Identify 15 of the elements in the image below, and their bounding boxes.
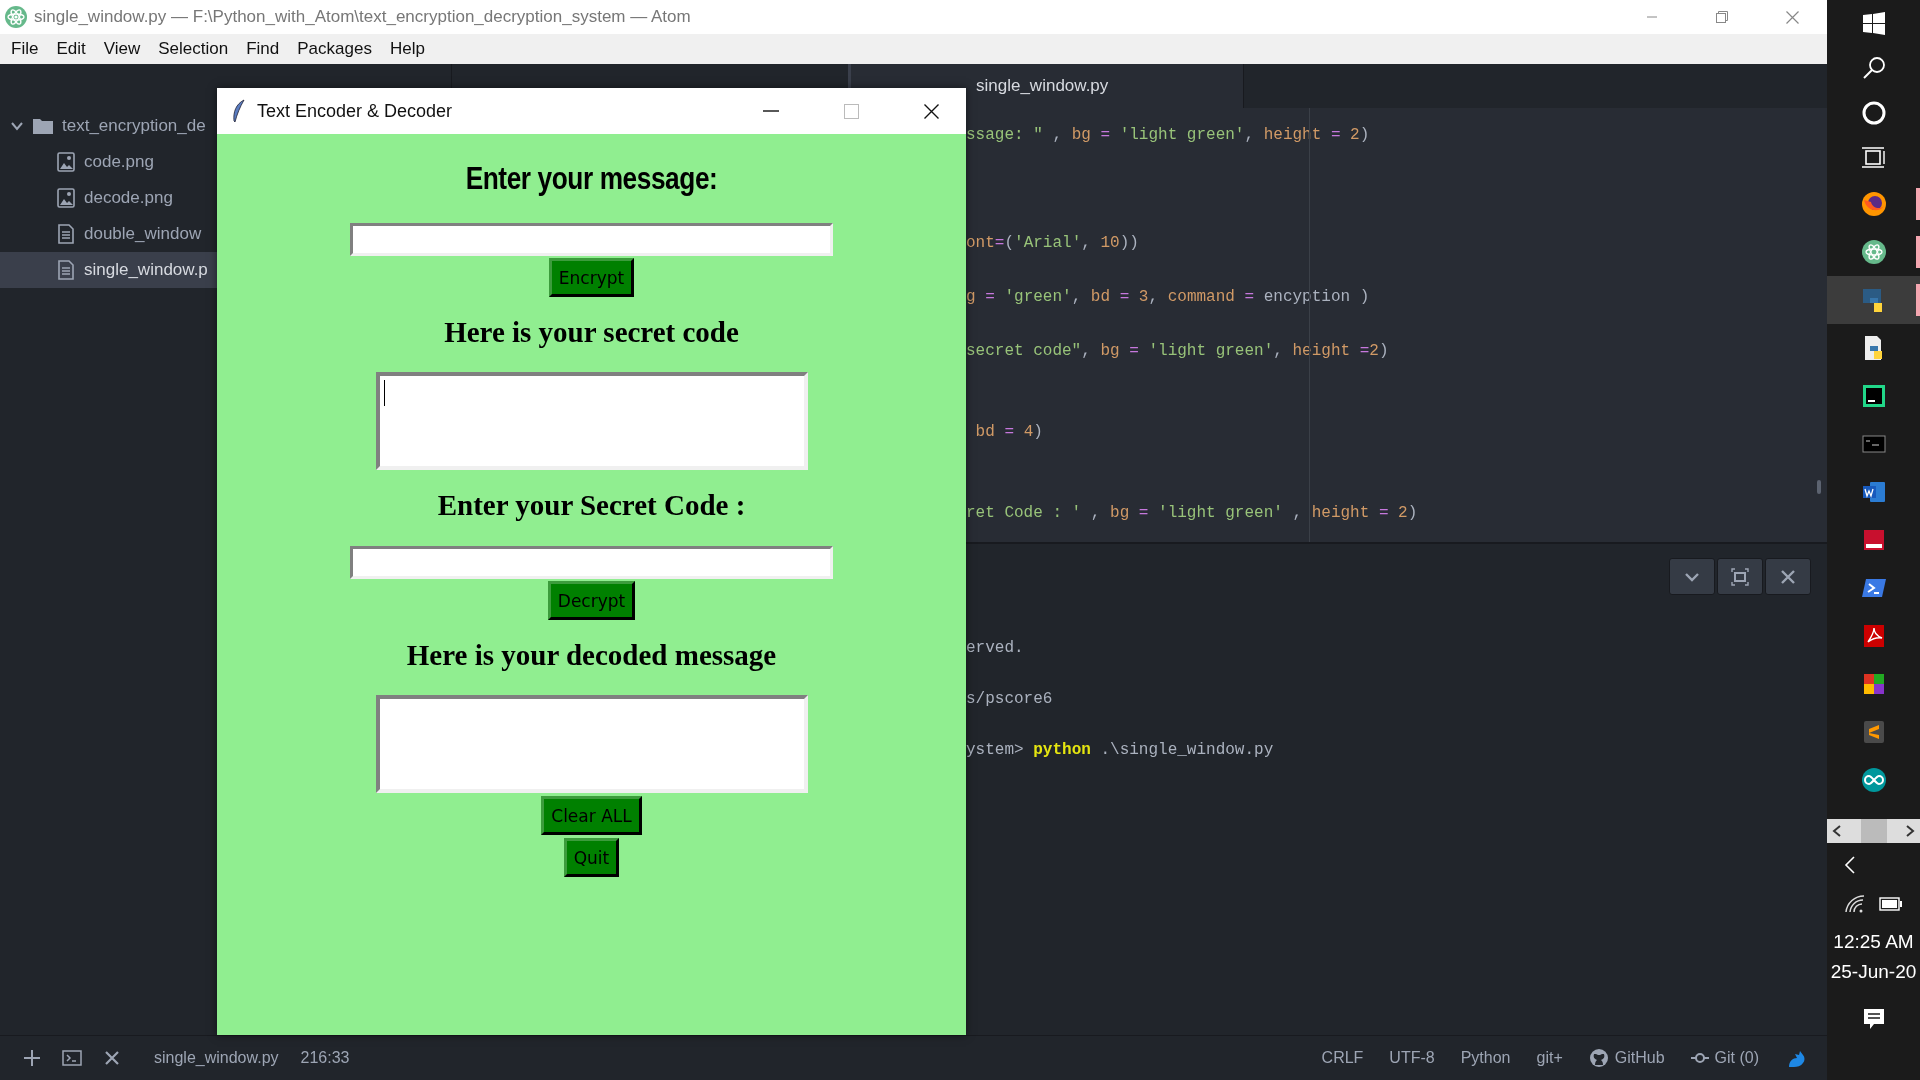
code-line: g = 'green', bd = 3, command = encyption ) bbox=[966, 287, 1370, 308]
code-line: secret code", bg = 'light green', height =2) bbox=[966, 341, 1389, 362]
code-line: ssage: " , bg = 'light green', height = 2) bbox=[966, 125, 1370, 146]
heading: Enter your message: bbox=[465, 159, 718, 198]
code-line: ret Code : ' , bg = 'light green' , height = 2) bbox=[966, 503, 1418, 524]
terminal-line: ystem> python .\single_window.py bbox=[966, 740, 1274, 761]
code-line: ont=('Arial', 10)) bbox=[966, 233, 1139, 254]
heading: Enter your Secret Code : bbox=[437, 488, 746, 523]
code-line: bd = 4) bbox=[974, 422, 1043, 443]
window-title: single_window.py — F:\Python_with_Atom\text_encryption_decryption_system — Atom bbox=[34, 7, 691, 27]
terminal-line: erved. bbox=[966, 638, 1024, 659]
heading: Here is your secret code bbox=[444, 315, 739, 350]
window-title: Text Encoder & Decoder bbox=[257, 100, 453, 122]
heading: Here is your decoded message bbox=[406, 638, 777, 673]
terminal-line: s/pscore6 bbox=[966, 689, 1053, 710]
